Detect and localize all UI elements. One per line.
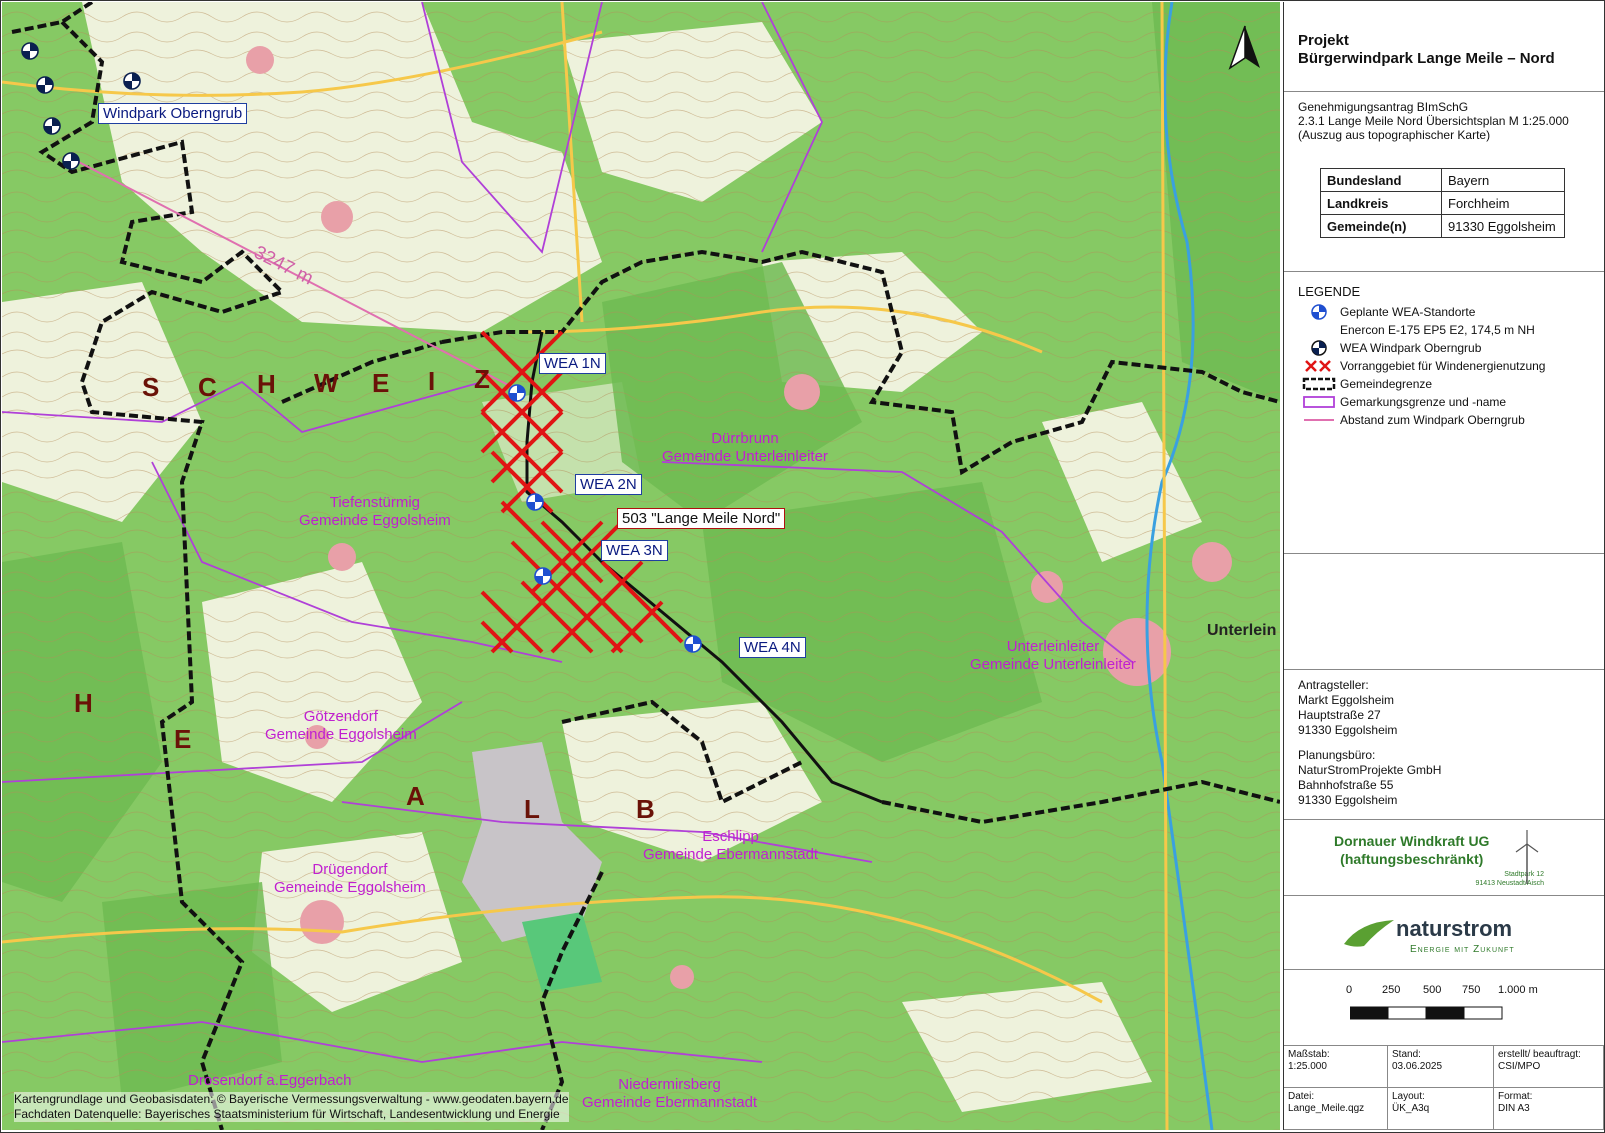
- legend-box: LEGENDE Geplante WEA-Standorte Enercon E…: [1284, 272, 1604, 554]
- legend-item: Vorranggebiet für Windenergienutzung: [1284, 357, 1604, 375]
- region-letter: L: [524, 794, 540, 824]
- legend-item: Enercon E-175 EP5 E2, 174,5 m NH: [1340, 323, 1535, 337]
- north-arrow-icon: [1228, 25, 1260, 70]
- existing-turbine-icon[interactable]: [61, 151, 81, 171]
- footer-cell: Datei: Lange_Meile.qgz: [1284, 1088, 1388, 1130]
- existing-turbine-icon[interactable]: [42, 116, 62, 136]
- place-label: Unterleinleiter Gemeinde Unterleinleiter: [970, 638, 1136, 673]
- subtitle-line: Genehmigungsantrag BImSchG: [1298, 100, 1469, 114]
- legend-item: WEA Windpark Oberngrub: [1284, 339, 1604, 357]
- boundary-icon: [1302, 377, 1336, 391]
- place-label: Drosendorf a.Eggerbach: [188, 1072, 352, 1089]
- turbine-label-4[interactable]: WEA 4N: [739, 637, 806, 658]
- footer-cell: Format: DIN A3: [1494, 1088, 1604, 1130]
- region-letter: H: [74, 688, 93, 718]
- existing-turbine-icon: [1311, 340, 1327, 356]
- footer-cell: Layout: ÜK_A3q: [1388, 1088, 1494, 1130]
- town-label: Unterlein: [1207, 622, 1277, 639]
- legend-title: LEGENDE: [1298, 284, 1361, 299]
- district-icon: [1303, 396, 1335, 408]
- windpark-label: Windpark Oberngrub: [98, 103, 248, 124]
- place-label: Dürrbrunn Gemeinde Unterleinleiter: [662, 430, 828, 465]
- table-row: Landkreis Forchheim: [1320, 191, 1565, 215]
- legend-item: Abstand zum Windpark Oberngrub: [1284, 411, 1604, 429]
- project-title-box: Projekt Bürgerwindpark Lange Meile – Nor…: [1284, 2, 1604, 92]
- legend-item: Gemeindegrenze: [1284, 375, 1604, 393]
- map-credits: Kartengrundlage und Geobasisdaten: © Bay…: [14, 1092, 569, 1122]
- table-row: Gemeinde(n) 91330 Eggolsheim: [1320, 214, 1565, 238]
- legend-item: Geplante WEA-Standorte: [1284, 303, 1604, 321]
- region-letter: Z: [474, 364, 490, 394]
- planned-turbine-icon[interactable]: [683, 634, 703, 654]
- priority-area-label: 503 "Lange Meile Nord": [617, 508, 786, 529]
- region-letter: W: [314, 368, 339, 398]
- footer-cell: Stand: 03.06.2025: [1388, 1046, 1494, 1088]
- region-letter: B: [636, 794, 655, 824]
- place-label: Niedermirsberg Gemeinde Ebermannstadt: [582, 1076, 758, 1111]
- wind-turbine-icon: [1515, 830, 1539, 884]
- existing-turbine-icon[interactable]: [122, 71, 142, 91]
- region-letter: H: [257, 369, 276, 399]
- subtitle-line: 2.3.1 Lange Meile Nord Übersichtsplan M …: [1298, 114, 1569, 128]
- contour-lines: [2, 2, 1280, 1130]
- applicant-box: Antragsteller: Markt Eggolsheim Hauptstr…: [1284, 670, 1604, 820]
- region-letter: S: [142, 372, 160, 402]
- legend-item: Gemarkungsgrenze und -name: [1284, 393, 1604, 411]
- subtitle-line: (Auszug aus topographischer Karte): [1298, 128, 1491, 142]
- place-label: Eschlipp Gemeinde Ebermannstadt: [643, 828, 819, 863]
- legend-panel: Projekt Bürgerwindpark Lange Meile – Nor…: [1283, 2, 1604, 1130]
- project-name: Bürgerwindpark Lange Meile – Nord: [1298, 50, 1555, 67]
- planned-turbine-icon[interactable]: [525, 492, 545, 512]
- scale-bar: [1350, 1006, 1503, 1020]
- map-graphics: [2, 2, 1280, 1130]
- topographic-map[interactable]: Windpark Oberngrub WEA 1N WEA 2N WEA 3N …: [2, 2, 1280, 1130]
- table-row: Bundesland Bayern: [1320, 168, 1565, 192]
- planned-turbine-icon[interactable]: [533, 566, 553, 586]
- turbine-label-2[interactable]: WEA 2N: [575, 474, 642, 495]
- region-letter: E: [174, 724, 192, 754]
- place-label: Tiefenstürmig Gemeinde Eggolsheim: [299, 494, 451, 529]
- admin-table: Bundesland Bayern Landkreis Forchheim Geme…: [1320, 168, 1565, 238]
- logo-naturstrom: naturstrom Energie mit Zukunft: [1284, 896, 1604, 970]
- spacer-box: [1284, 554, 1604, 670]
- project-label: Projekt: [1298, 32, 1349, 49]
- existing-turbine-icon[interactable]: [20, 41, 40, 61]
- existing-turbine-icon[interactable]: [35, 75, 55, 95]
- footer-cell: erstellt/ beauftragt: CSI/MPO: [1494, 1046, 1604, 1088]
- naturstrom-logo-icon: [1344, 920, 1394, 947]
- turbine-label-3[interactable]: WEA 3N: [601, 540, 668, 561]
- info-box: Genehmigungsantrag BImSchG 2.3.1 Lange M…: [1284, 92, 1604, 272]
- planned-turbine-icon[interactable]: [507, 383, 527, 403]
- region-letter: C: [198, 372, 217, 402]
- place-label: Götzendorf Gemeinde Eggolsheim: [265, 708, 417, 743]
- region-letter: I: [428, 366, 436, 396]
- planned-turbine-icon: [1311, 304, 1327, 320]
- place-label: Drügendorf Gemeinde Eggolsheim: [274, 861, 426, 896]
- hatch-icon: [1305, 360, 1331, 372]
- turbine-label-1[interactable]: WEA 1N: [539, 353, 606, 374]
- region-letter: E: [372, 368, 390, 398]
- distance-icon: [1304, 419, 1334, 421]
- footer-cell: Maßstab: 1:25.000: [1284, 1046, 1388, 1088]
- scale-bar-box: 0 250 500 750 1.000 m: [1284, 970, 1604, 1046]
- region-letter: A: [406, 781, 425, 811]
- logo-dornauer: Dornauer Windkraft UG (haftungsbeschränk…: [1284, 820, 1604, 896]
